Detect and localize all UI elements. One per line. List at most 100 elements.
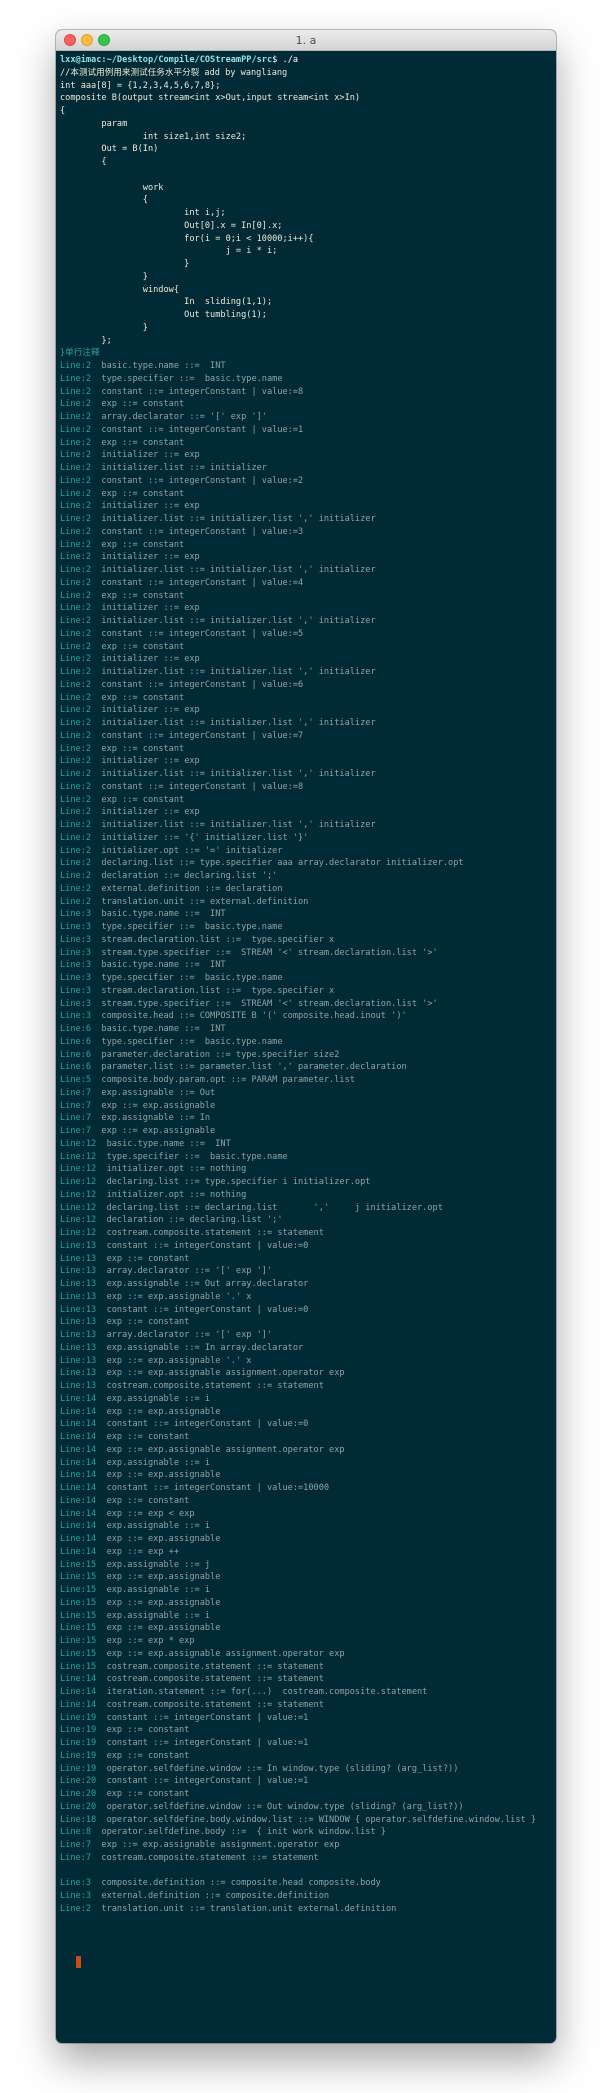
source-line: Out tumbling(1); bbox=[60, 309, 552, 322]
log-line-number: Line:3 bbox=[60, 947, 92, 958]
log-production: constant ::= integerConstant | value:=1 bbox=[106, 1712, 309, 1723]
window-title: 1. a bbox=[295, 34, 317, 47]
log-line: Line:2 initializer.list ::= initializer.… bbox=[60, 768, 552, 781]
log-production: exp.assignable ::= i bbox=[106, 1585, 211, 1595]
log-production: exp ::= constant bbox=[106, 1725, 190, 1736]
log-line-number: Line:19 bbox=[60, 1763, 97, 1774]
log-line: Line:18 operator.selfdefine.body.window.… bbox=[60, 1814, 552, 1827]
log-line-number: Line:15 bbox=[60, 1623, 97, 1634]
log-line: Line:2 initializer.list ::= initializer.… bbox=[60, 819, 552, 832]
log-production: array.declarator ::= '[' exp ']' bbox=[101, 412, 267, 422]
log-line-number: Line:15 bbox=[60, 1636, 97, 1646]
log-line: Line:5 composite.body.param.opt ::= PARA… bbox=[60, 1074, 552, 1087]
log-line-number: Line:12 bbox=[60, 1189, 97, 1200]
log-line: Line:2 constant ::= integerConstant | va… bbox=[60, 730, 552, 743]
log-production: initializer.list ::= initializer.list ',… bbox=[101, 616, 376, 626]
log-line-number: Line:2 bbox=[60, 361, 92, 371]
log-production: initializer.list ::= initializer.list ',… bbox=[101, 769, 376, 779]
log-line-number: Line:2 bbox=[60, 679, 92, 690]
log-line-number: Line:2 bbox=[60, 794, 92, 805]
log-production: exp.assignable ::= In bbox=[101, 1113, 211, 1124]
log-line-number: Line:13 bbox=[60, 1330, 97, 1340]
log-line-number: Line:14 bbox=[60, 1483, 97, 1493]
source-line-text: int size1,int size2; bbox=[60, 131, 247, 142]
source-line-text: { bbox=[60, 157, 107, 167]
source-line-text: //本测试用例用来测试任务水平分裂 add by wangliang bbox=[60, 67, 288, 78]
log-production: stream.type.specifier ::= STREAM '<' str… bbox=[101, 998, 438, 1009]
log-production: declaration ::= declaring.list ';' bbox=[101, 871, 278, 881]
log-production: iteration.statement ::= for(...) costrea… bbox=[106, 1687, 428, 1697]
log-line-number: Line:2 bbox=[60, 1903, 92, 1914]
log-production: exp ::= exp.assignable bbox=[101, 1126, 216, 1136]
log-line: Line:19 operator.selfdefine.window ::= I… bbox=[60, 1763, 552, 1776]
log-production: initializer.list ::= initializer bbox=[101, 463, 267, 473]
log-line: Line:3 composite.head ::= COMPOSITE B '(… bbox=[60, 1010, 552, 1023]
log-production: constant ::= integerConstant | value:=8 bbox=[101, 386, 304, 397]
source-line-text: } bbox=[60, 322, 148, 333]
log-line-number: Line:2 bbox=[60, 616, 92, 626]
log-line: Line:15 exp ::= exp.assignable bbox=[60, 1597, 552, 1610]
title-bar[interactable]: 1. a bbox=[56, 30, 556, 51]
log-production: basic.type.name ::= INT bbox=[101, 1024, 226, 1034]
terminal-output[interactable]: lxx@imac:~/Desktop/Compile/COStreamPP/sr… bbox=[60, 54, 552, 2043]
log-line: Line:2 exp ::= constant bbox=[60, 641, 552, 654]
log-line-number: Line:6 bbox=[60, 1062, 92, 1073]
log-line: Line:14 exp ::= exp ++ bbox=[60, 1546, 552, 1559]
log-production: array.declarator ::= '[' exp ']' bbox=[106, 1330, 273, 1340]
log-line: Line:13 exp ::= exp.assignable '.' x bbox=[60, 1291, 552, 1304]
log-production: initializer ::= exp bbox=[101, 756, 200, 767]
log-line-number: Line:2 bbox=[60, 871, 92, 881]
log-line-number: Line:3 bbox=[60, 1891, 92, 1901]
log-production: translation.unit ::= translation.unit ex… bbox=[101, 1903, 397, 1914]
log-production: operator.selfdefine.window ::= Out windo… bbox=[106, 1801, 464, 1812]
log-line: Line:13 exp ::= exp.assignable '.' x bbox=[60, 1355, 552, 1368]
log-line-number: Line:12 bbox=[60, 1151, 97, 1162]
log-line: Line:2 translation.unit ::= translation.… bbox=[60, 1903, 552, 1916]
source-line: { bbox=[60, 105, 552, 118]
log-line-number: Line:2 bbox=[60, 820, 92, 830]
log-line-number: Line:14 bbox=[60, 1546, 97, 1557]
log-line-number: Line:15 bbox=[60, 1597, 97, 1608]
log-line-number: Line:2 bbox=[60, 832, 92, 843]
log-line: Line:2 initializer ::= exp bbox=[60, 449, 552, 462]
log-line-number: Line:2 bbox=[60, 641, 92, 652]
log-production: exp ::= constant bbox=[101, 488, 185, 499]
log-line-number: Line:2 bbox=[60, 412, 92, 422]
log-production: constant ::= integerConstant | value:=6 bbox=[101, 679, 304, 690]
log-production: initializer ::= exp bbox=[101, 807, 200, 818]
log-line-number: Line:3 bbox=[60, 998, 92, 1009]
log-line: Line:6 parameter.declaration ::= type.sp… bbox=[60, 1049, 552, 1062]
log-line: Line:20 constant ::= integerConstant | v… bbox=[60, 1775, 552, 1788]
log-line: Line:2 exp ::= constant bbox=[60, 692, 552, 705]
log-line: Line:2 constant ::= integerConstant | va… bbox=[60, 424, 552, 437]
log-line: Line:2 initializer.opt ::= '=' initializ… bbox=[60, 845, 552, 858]
source-line: { bbox=[60, 156, 552, 169]
log-line: Line:15 exp.assignable ::= j bbox=[60, 1559, 552, 1572]
log-line: Line:13 constant ::= integerConstant | v… bbox=[60, 1240, 552, 1253]
log-line-number: Line:20 bbox=[60, 1801, 97, 1812]
log-production: costream.composite.statement ::= stateme… bbox=[106, 1699, 324, 1710]
log-line: Line:13 exp.assignable ::= Out array.dec… bbox=[60, 1278, 552, 1291]
log-line-number: Line:2 bbox=[60, 539, 92, 550]
log-production: stream.declaration.list ::= type.specifi… bbox=[101, 934, 335, 945]
log-production: initializer.list ::= initializer.list ',… bbox=[101, 820, 376, 830]
log-line-number: Line:13 bbox=[60, 1240, 97, 1251]
source-line: work bbox=[60, 182, 552, 195]
log-line: Line:7 exp.assignable ::= Out bbox=[60, 1087, 552, 1100]
log-production: constant ::= integerConstant | value:=0 bbox=[106, 1304, 309, 1315]
log-line: Line:2 array.declarator ::= '[' exp ']' bbox=[60, 411, 552, 424]
log-line: Line:14 exp.assignable ::= i bbox=[60, 1393, 552, 1406]
terminal-cursor bbox=[76, 1955, 81, 1968]
terminal-window: 1. a lxx@imac:~/Desktop/Compile/COStream… bbox=[56, 30, 556, 2043]
log-line: Line:2 initializer ::= exp bbox=[60, 755, 552, 768]
log-production: operator.selfdefine.body.window.list ::=… bbox=[106, 1814, 537, 1825]
log-line-number: Line:2 bbox=[60, 628, 92, 639]
log-production: constant ::= integerConstant | value:=0 bbox=[106, 1240, 309, 1251]
log-production: exp ::= constant bbox=[106, 1789, 190, 1799]
log-production: exp ::= exp.assignable assignment.operat… bbox=[101, 1840, 340, 1850]
log-line-number: Line:2 bbox=[60, 373, 92, 384]
log-line: Line:19 constant ::= integerConstant | v… bbox=[60, 1737, 552, 1750]
log-production: constant ::= integerConstant | value:=3 bbox=[101, 526, 304, 537]
log-line-number: Line:13 bbox=[60, 1368, 97, 1379]
prompt-user-host: lxx@imac bbox=[60, 55, 102, 65]
